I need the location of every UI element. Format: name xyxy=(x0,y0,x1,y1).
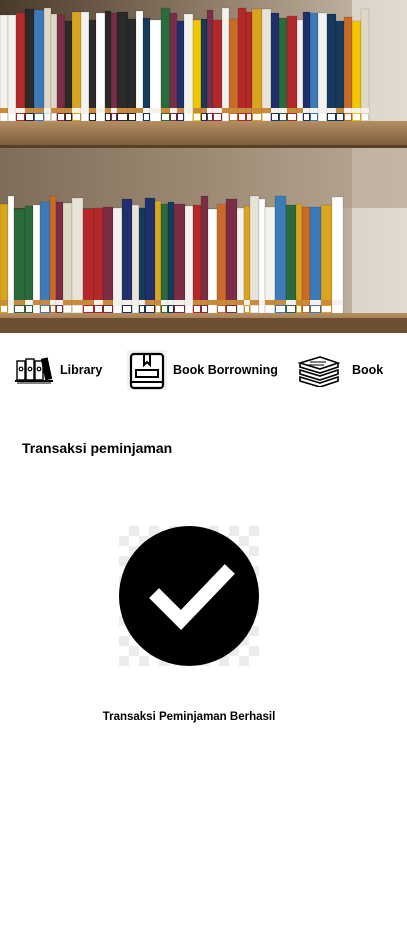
check-circle-icon xyxy=(119,526,259,666)
success-icon-wrapper xyxy=(119,526,259,666)
book-stack-icon xyxy=(296,353,342,387)
hero-bookshelf-image xyxy=(0,0,407,333)
nav-item-book-borrowing[interactable]: Book Borrowning xyxy=(127,345,278,395)
nav-item-label: Book Borrowning xyxy=(173,363,278,377)
book-borrowing-icon xyxy=(127,350,167,390)
page-title: Transaksi peminjaman xyxy=(22,440,173,456)
success-message: Transaksi Peminjaman Berhasil xyxy=(102,711,276,723)
main-nav: Library Book Borrowning Book xyxy=(0,345,407,395)
bookshelf-illustration xyxy=(0,0,407,333)
nav-item-label: Library xyxy=(60,363,103,377)
nav-item-book[interactable]: Book xyxy=(296,345,383,395)
library-books-icon xyxy=(14,355,54,385)
nav-item-library[interactable]: Library xyxy=(14,345,102,395)
nav-item-label: Book xyxy=(352,363,384,377)
